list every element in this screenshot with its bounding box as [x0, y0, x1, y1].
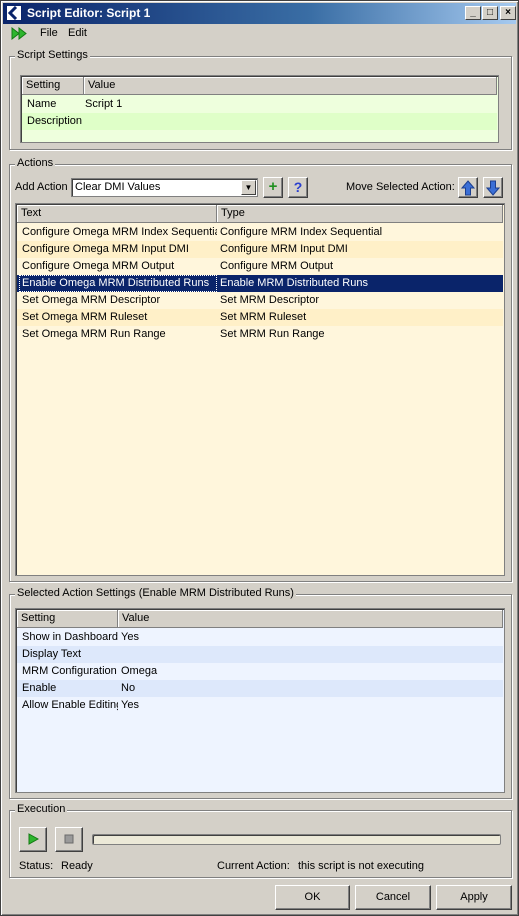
action-type-cell: Set MRM Descriptor: [220, 294, 320, 306]
table-header: Setting Value: [22, 77, 497, 95]
script-settings-title: Script Settings: [15, 49, 90, 61]
action-text-cell: Configure Omega MRM Output: [22, 260, 175, 272]
add-action-label: Add Action: [15, 181, 68, 193]
actions-table: Text Type Configure Omega MRM Index Sequ…: [15, 203, 505, 576]
move-selected-label: Move Selected Action:: [346, 181, 455, 193]
minimize-button[interactable]: _: [465, 6, 481, 20]
setting-cell: Display Text: [22, 648, 82, 660]
apply-button[interactable]: Apply: [436, 885, 512, 910]
column-header-text[interactable]: Text: [17, 205, 217, 223]
menu-bar: File Edit: [3, 24, 516, 44]
table-row[interactable]: Set Omega MRM Run Range Set MRM Run Rang…: [17, 326, 503, 343]
table-row[interactable]: MRM Configuration Omega: [17, 663, 503, 680]
table-row[interactable]: Allow Enable Editing Yes: [17, 697, 503, 714]
selected-action-settings-group: Selected Action Settings (Enable MRM Dis…: [9, 587, 512, 799]
play-icon: [28, 833, 40, 845]
value-cell[interactable]: Yes: [118, 629, 142, 646]
table-row[interactable]: Show in Dashboard Yes: [17, 629, 503, 646]
table-row[interactable]: Configure Omega MRM Output Configure MRM…: [17, 258, 503, 275]
move-down-button[interactable]: [483, 177, 503, 198]
move-up-button[interactable]: [458, 177, 478, 198]
column-header-value[interactable]: Value: [84, 77, 497, 95]
execution-group: Execution Status: Ready Current Action: …: [9, 803, 512, 878]
setting-cell: Description: [27, 115, 83, 127]
fast-forward-green-icon[interactable]: [11, 27, 29, 40]
action-text-cell: Set Omega MRM Descriptor: [22, 294, 161, 306]
script-settings-group: Script Settings Setting Value Name Scrip…: [9, 49, 512, 150]
selected-action-settings-table: Setting Value Show in Dashboard Yes Disp…: [15, 608, 505, 793]
cancel-button[interactable]: Cancel: [355, 885, 431, 910]
value-cell[interactable]: Yes: [118, 697, 142, 714]
action-type-cell: Set MRM Ruleset: [220, 311, 307, 323]
action-type-cell: Configure MRM Index Sequential: [220, 226, 383, 238]
actions-group: Actions Add Action Clear DMI Values ▼ + …: [9, 157, 512, 582]
value-cell[interactable]: [82, 113, 88, 130]
stop-icon: [64, 834, 74, 844]
setting-cell: Name: [27, 98, 57, 110]
ok-button[interactable]: OK: [275, 885, 350, 910]
menu-edit[interactable]: Edit: [66, 27, 89, 39]
table-row[interactable]: Name Script 1: [22, 96, 497, 113]
script-editor-window: Script Editor: Script 1 _ □ × File Edit …: [0, 0, 519, 916]
action-type-cell: Enable MRM Distributed Runs: [220, 277, 368, 289]
column-header-type[interactable]: Type: [217, 205, 503, 223]
action-type-cell: Configure MRM Output: [220, 260, 334, 272]
menu-file[interactable]: File: [38, 27, 60, 39]
column-header-setting[interactable]: Setting: [17, 610, 118, 628]
action-text-cell: Configure Omega MRM Input DMI: [22, 243, 189, 255]
setting-cell: MRM Configuration: [22, 665, 117, 677]
script-settings-table: Setting Value Name Script 1 Description: [20, 75, 499, 143]
action-text-cell: Configure Omega MRM Index Sequential: [22, 226, 217, 238]
arrow-up-icon: [460, 180, 476, 196]
title-bar[interactable]: Script Editor: Script 1 _ □ ×: [3, 3, 516, 24]
column-header-setting[interactable]: Setting: [22, 77, 84, 95]
action-text-cell: Set Omega MRM Ruleset: [22, 311, 148, 323]
column-header-value[interactable]: Value: [118, 610, 503, 628]
setting-cell: Show in Dashboard: [22, 631, 118, 643]
execution-progress-bar: [92, 834, 501, 845]
table-row[interactable]: Enable No: [17, 680, 503, 697]
table-row[interactable]: Set Omega MRM Descriptor Set MRM Descrip…: [17, 292, 503, 309]
table-row[interactable]: Configure Omega MRM Index Sequential Con…: [17, 224, 503, 241]
add-action-select[interactable]: Clear DMI Values ▼: [71, 178, 258, 197]
value-cell[interactable]: [118, 646, 124, 663]
help-icon: ?: [293, 179, 303, 195]
close-button[interactable]: ×: [500, 6, 516, 20]
action-type-cell: Configure MRM Input DMI: [220, 243, 348, 255]
add-action-button[interactable]: +: [263, 177, 283, 198]
status-label: Status:: [19, 860, 54, 872]
arrow-down-icon: [485, 180, 501, 196]
value-cell[interactable]: Script 1: [82, 96, 125, 113]
table-header: Text Type: [17, 205, 503, 223]
setting-cell: Enable: [22, 682, 57, 694]
add-action-selected-value: Clear DMI Values: [75, 181, 161, 193]
actions-title: Actions: [15, 157, 56, 169]
value-cell[interactable]: Omega: [118, 663, 160, 680]
table-row[interactable]: Configure Omega MRM Input DMI Configure …: [17, 241, 503, 258]
app-logo-icon: [6, 5, 22, 21]
stop-script-button[interactable]: [55, 827, 83, 852]
action-text-cell: Set Omega MRM Run Range: [22, 328, 166, 340]
chevron-down-icon[interactable]: ▼: [241, 180, 256, 195]
run-script-button[interactable]: [19, 827, 47, 852]
table-row[interactable]: Description: [22, 113, 497, 130]
plus-icon: +: [268, 178, 278, 195]
action-type-cell: Set MRM Run Range: [220, 328, 325, 340]
execution-title: Execution: [15, 803, 68, 815]
status-value: Ready: [61, 860, 93, 872]
maximize-button[interactable]: □: [482, 6, 498, 20]
action-text-cell: Enable Omega MRM Distributed Runs: [19, 275, 217, 292]
window-title: Script Editor: Script 1: [27, 6, 151, 20]
table-row-selected[interactable]: Enable Omega MRM Distributed Runs Enable…: [17, 275, 503, 292]
table-row[interactable]: Set Omega MRM Ruleset Set MRM Ruleset: [17, 309, 503, 326]
value-cell[interactable]: No: [118, 680, 138, 697]
setting-cell: Allow Enable Editing: [22, 699, 118, 711]
current-action-value: this script is not executing: [298, 860, 424, 872]
help-button[interactable]: ?: [288, 177, 308, 198]
current-action-label: Current Action:: [217, 860, 290, 872]
table-header: Setting Value: [17, 610, 503, 628]
selected-action-settings-title: Selected Action Settings (Enable MRM Dis…: [15, 587, 296, 599]
table-row[interactable]: Display Text: [17, 646, 503, 663]
